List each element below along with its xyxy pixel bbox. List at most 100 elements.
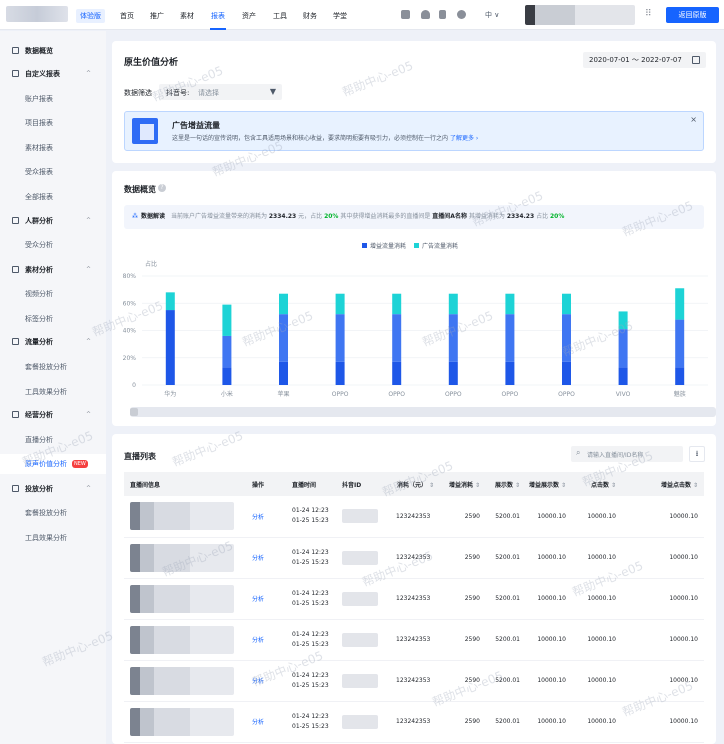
cost-cell: 123242353 <box>390 619 440 661</box>
nav-item-finance[interactable]: 财务 <box>303 11 317 21</box>
analyze-link[interactable]: 分析 <box>252 678 264 685</box>
chevron-up-icon[interactable]: ^ <box>86 332 91 352</box>
sidebar-item-label: 套餐投放分析 <box>25 509 67 517</box>
column-header[interactable]: 展示数 ⇕ <box>486 472 526 496</box>
analyze-link[interactable]: 分析 <box>252 514 264 521</box>
chevron-up-icon[interactable]: ^ <box>86 260 91 280</box>
gain-cost-cell: 2590 <box>440 537 486 579</box>
room-thumbnail[interactable] <box>130 543 234 572</box>
sidebar-item[interactable]: 工具效果分析 <box>0 528 106 548</box>
chevron-up-icon[interactable]: ^ <box>86 211 91 231</box>
bar-segment <box>448 293 458 315</box>
sidebar-item[interactable]: 项目报表 <box>0 113 106 133</box>
douyin-id <box>342 714 378 729</box>
apps-grid-icon[interactable]: ⠿ <box>645 10 654 19</box>
sidebar-item[interactable]: 账户报表 <box>0 89 106 109</box>
clicks-cell: 10000.10 <box>572 660 622 702</box>
column-header[interactable]: 增益点击数 ⇕ <box>622 472 704 496</box>
room-thumbnail[interactable] <box>130 502 234 531</box>
slider-handle[interactable] <box>130 408 138 416</box>
search-input[interactable]: ⌕ 请输入直播间/ID名称 <box>571 446 683 462</box>
room-thumbnail[interactable] <box>130 666 234 695</box>
analyze-link[interactable]: 分析 <box>252 596 264 603</box>
nav-item-academy[interactable]: 学堂 <box>333 11 347 21</box>
analyze-link[interactable]: 分析 <box>252 555 264 562</box>
analyze-link[interactable]: 分析 <box>252 637 264 644</box>
help-icon[interactable] <box>457 10 466 19</box>
column-header[interactable]: 点击数 ⇕ <box>572 472 622 496</box>
sidebar-item[interactable]: 投放分析 ^ <box>0 479 106 499</box>
start-time: 01-24 12:23 <box>292 712 329 720</box>
legend-label: 增益流量消耗 <box>370 242 406 250</box>
insight-text: 当前账户广告增益流量带来的消耗为 <box>170 213 267 220</box>
chevron-up-icon[interactable]: ^ <box>86 64 91 84</box>
cost-cell: 123242353 <box>390 701 440 743</box>
nav-item-reports[interactable]: 报表 <box>211 11 225 21</box>
sidebar-item[interactable]: 受众分析 <box>0 235 106 255</box>
sort-icon[interactable]: ⇕ <box>691 482 698 489</box>
chart-zoom-slider[interactable] <box>130 407 716 417</box>
nav-item-home[interactable]: 首页 <box>120 11 134 21</box>
nav-item-assets[interactable]: 资产 <box>242 11 256 21</box>
language-selector[interactable]: 中 ∨ <box>485 10 499 20</box>
room-thumbnail[interactable] <box>130 707 234 736</box>
room-thumbnail[interactable] <box>130 584 234 613</box>
sort-icon[interactable]: ⇕ <box>513 482 520 489</box>
column-header-label: 增益展示数 <box>529 481 560 489</box>
date-range-picker[interactable]: 2020-07-01 ～ 2022-07-07 <box>583 52 706 68</box>
x-tick-label: 小米 <box>221 390 233 398</box>
sidebar-item[interactable]: 套餐投放分析 <box>0 503 106 523</box>
sidebar-item[interactable]: 素材报表 <box>0 138 106 158</box>
people-icon <box>12 217 19 224</box>
sidebar-item[interactable]: 流量分析 ^ <box>0 332 106 352</box>
bar-segment <box>335 361 345 385</box>
chevron-up-icon[interactable]: ^ <box>86 405 91 425</box>
bell-icon[interactable] <box>421 10 430 19</box>
sidebar-item[interactable]: 套餐投放分析 <box>0 357 106 377</box>
sidebar-item[interactable]: 自定义报表 ^ <box>0 64 106 84</box>
analyze-link[interactable]: 分析 <box>252 719 264 726</box>
sidebar-item[interactable]: 数据概览 <box>0 41 106 61</box>
sidebar-item[interactable]: 视频分析 <box>0 284 106 304</box>
download-button[interactable]: ⭳ <box>689 446 705 462</box>
bar-segment <box>618 329 628 368</box>
douyin-account-filter[interactable]: 抖音号: 请选择 ▼ <box>159 84 282 100</box>
gain-cost-cell: 2590 <box>440 496 486 538</box>
sidebar-item[interactable]: 标签分析 <box>0 309 106 329</box>
close-icon[interactable]: × <box>690 115 697 124</box>
sidebar-item[interactable]: 直播分析 <box>0 430 106 450</box>
x-tick-label: 苹果 <box>277 390 289 398</box>
room-info-cell <box>124 701 246 743</box>
column-header-label: 消耗（元） <box>397 481 428 489</box>
column-header[interactable]: 增益展示数 ⇕ <box>526 472 572 496</box>
nav-item-tools[interactable]: 工具 <box>273 11 287 21</box>
sidebar-item-label: 原声价值分析 <box>25 460 67 468</box>
sidebar-item[interactable]: 人群分析 ^ <box>0 211 106 231</box>
back-to-classic-button[interactable]: 返回原版 <box>666 7 719 23</box>
nav-item-material[interactable]: 素材 <box>180 11 194 21</box>
question-icon[interactable]: ? <box>158 184 166 192</box>
column-header[interactable]: 消耗（元） ⇕ <box>390 472 440 496</box>
sidebar-item[interactable]: 原声价值分析 NEW <box>0 454 106 474</box>
column-header[interactable]: 增益消耗 ⇕ <box>440 472 486 496</box>
sidebar-item[interactable]: 受众报表 <box>0 162 106 182</box>
book-icon[interactable] <box>401 10 410 19</box>
sort-icon[interactable]: ⇕ <box>427 482 434 489</box>
douyin-id-cell <box>336 701 390 743</box>
user-account[interactable] <box>525 5 635 25</box>
learn-more-link[interactable]: 了解更多 › <box>450 135 478 142</box>
phone-icon[interactable] <box>439 10 446 19</box>
sidebar-item[interactable]: 工具效果分析 <box>0 382 106 402</box>
bar-segment <box>562 314 571 362</box>
nav-item-promotion[interactable]: 推广 <box>150 11 164 21</box>
room-thumbnail[interactable] <box>130 625 234 654</box>
sidebar-item[interactable]: 全部报表 <box>0 187 106 207</box>
sidebar-item[interactable]: 经营分析 ^ <box>0 405 106 425</box>
sort-icon[interactable]: ⇕ <box>559 482 566 489</box>
sort-icon[interactable]: ⇕ <box>609 482 616 489</box>
logo[interactable] <box>6 6 68 22</box>
sidebar-item[interactable]: 素材分析 ^ <box>0 260 106 280</box>
live-table: 直播间信息 操作 直播时间 抖音ID 消耗（元） ⇕ 增益消耗 ⇕ 展示数 ⇕ 增益展示数 ⇕… <box>124 472 704 743</box>
chevron-up-icon[interactable]: ^ <box>86 479 91 499</box>
sort-icon[interactable]: ⇕ <box>473 482 480 489</box>
